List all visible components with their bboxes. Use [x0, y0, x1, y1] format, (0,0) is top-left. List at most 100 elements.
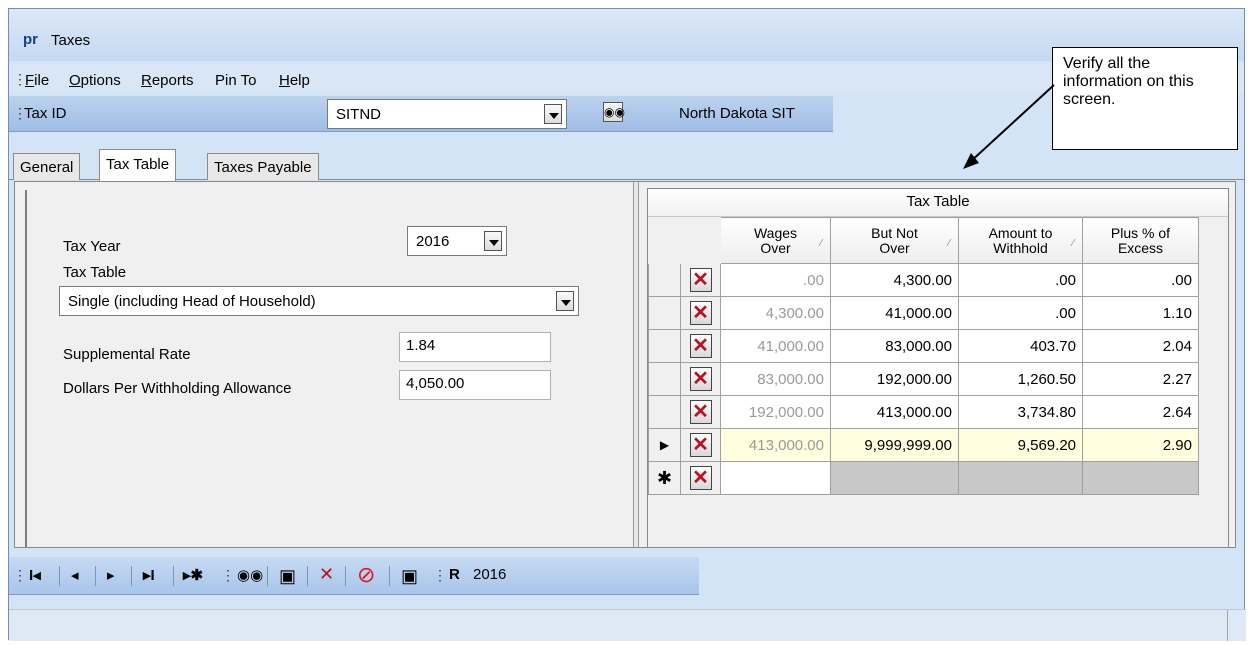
delete-row-icon[interactable]: ✕ [689, 400, 712, 424]
tax-id-label: Tax ID [24, 105, 67, 122]
header-plus-pct-excess[interactable]: Plus % of Excess [1082, 217, 1199, 264]
tax-id-combo[interactable]: SITND [327, 99, 567, 129]
supplemental-rate-field[interactable]: 1.84 [399, 332, 551, 362]
header-amount-to-withhold[interactable]: Amount to Withhold ⁄ [958, 217, 1083, 264]
resize-grip[interactable] [1227, 610, 1228, 641]
menu-file[interactable]: File [25, 72, 49, 89]
cell-wages-over[interactable]: 83,000.00 [720, 362, 831, 396]
cell-amount-to-withhold[interactable]: 9,569.20 [958, 428, 1083, 462]
tab-general[interactable]: General [13, 153, 81, 180]
last-record-icon[interactable]: ▸I [143, 566, 155, 584]
save-icon[interactable]: ▣ [279, 566, 296, 587]
table-row-current[interactable]: ▶ ✕ 413,000.00 9,999,999.00 9,569.20 2.9… [648, 428, 1199, 462]
tab-tax-table[interactable]: Tax Table [99, 149, 177, 181]
cell-but-not-over[interactable]: 83,000.00 [830, 329, 959, 363]
menu-file-label: ile [34, 72, 50, 89]
cell-amount-to-withhold[interactable]: 403.70 [958, 329, 1083, 363]
cell-wages-over[interactable]: 413,000.00 [720, 428, 831, 462]
menu-help[interactable]: Help [279, 72, 310, 89]
table-row[interactable]: ✕ .00 4,300.00 .00 .00 [648, 263, 1199, 297]
table-row-new[interactable]: ✱ ✕ [648, 461, 1199, 495]
tax-year-label: Tax Year [63, 238, 121, 255]
header-wages-over[interactable]: Wages Over ⁄ [720, 217, 831, 264]
binoculars-icon[interactable]: ◉◉ [237, 566, 263, 584]
cancel-icon[interactable]: ⊘ [357, 562, 375, 588]
delete-row-icon[interactable]: ✕ [689, 334, 712, 358]
toolbar-grip[interactable]: ⋮ [13, 567, 27, 584]
row-selector[interactable] [648, 395, 681, 429]
row-selector[interactable] [648, 329, 681, 363]
cell-but-not-over[interactable]: 9,999,999.00 [830, 428, 959, 462]
cell-amount-to-withhold[interactable]: 1,260.50 [958, 362, 1083, 396]
menu-reports[interactable]: Reports [141, 72, 194, 89]
delete-row-icon[interactable]: ✕ [689, 301, 712, 325]
table-row[interactable]: ✕ 192,000.00 413,000.00 3,734.80 2.64 [648, 395, 1199, 429]
cell-but-not-over[interactable]: 192,000.00 [830, 362, 959, 396]
chevron-down-icon[interactable] [484, 231, 502, 251]
grid-caption: Tax Table [648, 189, 1228, 217]
pane-splitter[interactable] [633, 182, 639, 547]
delete-row-icon[interactable]: ✕ [689, 433, 712, 457]
chevron-down-icon[interactable] [556, 291, 574, 311]
cell-amount-to-withhold[interactable]: .00 [958, 296, 1083, 330]
tax-table-grid: Wages Over ⁄ But Not Over ⁄ Amount to Withhol… [648, 217, 1199, 495]
tax-id-bar: ⋮ Tax ID SITND ◉◉ North Dakota SIT [9, 96, 833, 132]
cell-but-not-over[interactable]: 413,000.00 [830, 395, 959, 429]
previous-record-icon[interactable]: ◂ [71, 566, 79, 584]
new-record-icon[interactable]: ▸✱ [183, 566, 203, 584]
callout-box: Verify all the information on this scree… [1052, 47, 1238, 150]
cell-plus-pct-excess[interactable]: 2.27 [1082, 362, 1199, 396]
tax-name: North Dakota SIT [679, 105, 795, 122]
record-toolbar: ⋮ I◂ ◂ ▸ ▸I ▸✱ ⋮ ◉◉ ▣ ✕ ⊘ ▣ ⋮ R 2016 [9, 557, 699, 595]
status-bar [9, 609, 1246, 641]
taxbar-grip[interactable]: ⋮ [13, 105, 27, 122]
allowance-field[interactable]: 4,050.00 [399, 370, 551, 400]
row-selector[interactable] [648, 362, 681, 396]
menu-grip[interactable]: ⋮ [13, 71, 27, 88]
cell-plus-pct-excess[interactable]: .00 [1082, 263, 1199, 297]
first-record-icon[interactable]: I◂ [29, 566, 41, 584]
tab-taxes-payable[interactable]: Taxes Payable [207, 153, 319, 180]
cell-plus-pct-excess[interactable]: 2.64 [1082, 395, 1199, 429]
delete-row-icon[interactable]: ✕ [689, 268, 712, 292]
cell-wages-over[interactable]: 41,000.00 [720, 329, 831, 363]
cell-but-not-over[interactable]: 4,300.00 [830, 263, 959, 297]
delete-row-icon[interactable]: ✕ [689, 367, 712, 391]
binoculars-icon[interactable]: ◉◉ [603, 102, 625, 122]
new-row-asterisk-icon[interactable]: ✱ [648, 461, 681, 495]
delete-row-icon[interactable]: ✕ [689, 466, 712, 490]
table-row[interactable]: ✕ 41,000.00 83,000.00 403.70 2.04 [648, 329, 1199, 363]
tax-table-label: Tax Table [63, 264, 127, 281]
cell-wages-over[interactable]: 192,000.00 [720, 395, 831, 429]
delete-icon[interactable]: ✕ [319, 564, 334, 585]
cell-wages-over[interactable]: 4,300.00 [720, 296, 831, 330]
table-row[interactable]: ✕ 4,300.00 41,000.00 .00 1.10 [648, 296, 1199, 330]
header-but-not-over[interactable]: But Not Over ⁄ [830, 217, 959, 264]
next-record-icon[interactable]: ▸ [107, 566, 115, 584]
cell-plus-pct-excess[interactable]: 2.90 [1082, 428, 1199, 462]
tax-table-grid-pane: Tax Table Wages Over ⁄ But Not Over ⁄ Amount… [647, 188, 1229, 548]
table-row[interactable]: ✕ 83,000.00 192,000.00 1,260.50 2.27 [648, 362, 1199, 396]
menu-pin-to[interactable]: Pin To [215, 72, 256, 89]
delete-header [680, 217, 721, 264]
cell-plus-pct-excess[interactable]: 1.10 [1082, 296, 1199, 330]
tax-year-combo[interactable]: 2016 [407, 226, 507, 256]
menu-options[interactable]: Options [69, 72, 121, 89]
cell-amount-to-withhold[interactable]: .00 [958, 263, 1083, 297]
cell-plus-pct-excess[interactable]: 2.04 [1082, 329, 1199, 363]
report-icon[interactable]: R [449, 566, 460, 583]
current-row-arrow-icon[interactable]: ▶ [648, 428, 681, 462]
row-selector[interactable] [648, 296, 681, 330]
cell-new-plus-pct [1082, 461, 1199, 495]
cell-but-not-over[interactable]: 41,000.00 [830, 296, 959, 330]
tax-settings-pane: Tax Year 2016 Tax Table Single (includin… [25, 190, 623, 547]
row-selector[interactable] [648, 263, 681, 297]
tax-table-combo[interactable]: Single (including Head of Household) [59, 286, 579, 316]
chevron-down-icon[interactable] [544, 104, 562, 124]
save-and-new-icon[interactable]: ▣ [401, 566, 418, 587]
cell-new-wages-over[interactable] [720, 461, 831, 495]
tab-panel: Tax Year 2016 Tax Table Single (includin… [14, 181, 1236, 548]
cell-amount-to-withhold[interactable]: 3,734.80 [958, 395, 1083, 429]
cell-wages-over[interactable]: .00 [720, 263, 831, 297]
toolbar-year: 2016 [473, 566, 507, 583]
